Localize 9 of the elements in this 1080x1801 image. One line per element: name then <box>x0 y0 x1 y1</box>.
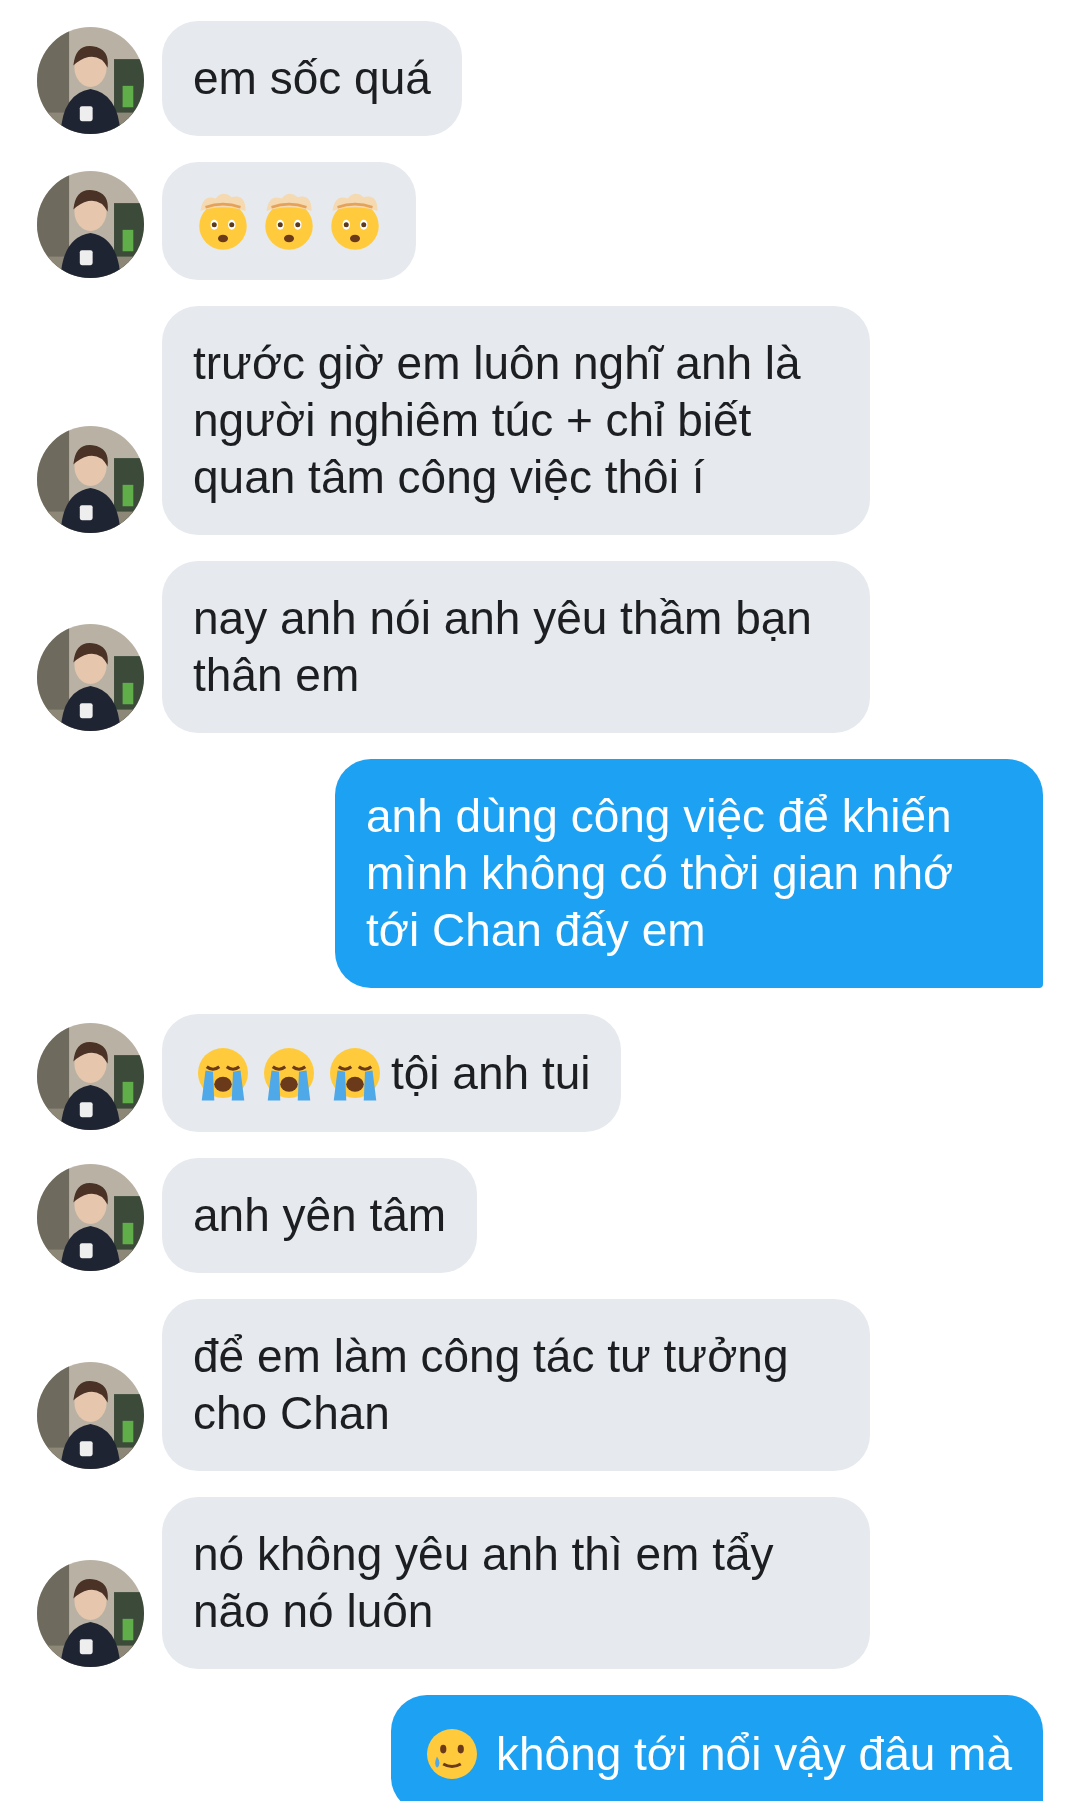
message-text: em sốc quá <box>193 51 431 106</box>
message-text: trước giờ em luôn nghĩ anh là người nghiêm túc + chỉ biết quan tâm công việc thôi í <box>193 336 802 505</box>
message-text: nó không yêu anh thì em tẩy não nó luôn <box>193 1527 775 1639</box>
message-text: để em làm công tác tư tưởng cho Chan <box>193 1329 790 1441</box>
message-text: anh dùng công việc để khiến mình không có thời gian nhớ tới Chan đấy em <box>366 789 955 958</box>
message-text: tội anh tui <box>391 1045 591 1101</box>
message-text: anh yên tâm <box>193 1188 447 1243</box>
message-text: không tới nổi vậy đâu mà <box>495 1726 1012 1782</box>
message-text: nay anh nói anh yêu thầm bạn thân em <box>193 591 813 703</box>
